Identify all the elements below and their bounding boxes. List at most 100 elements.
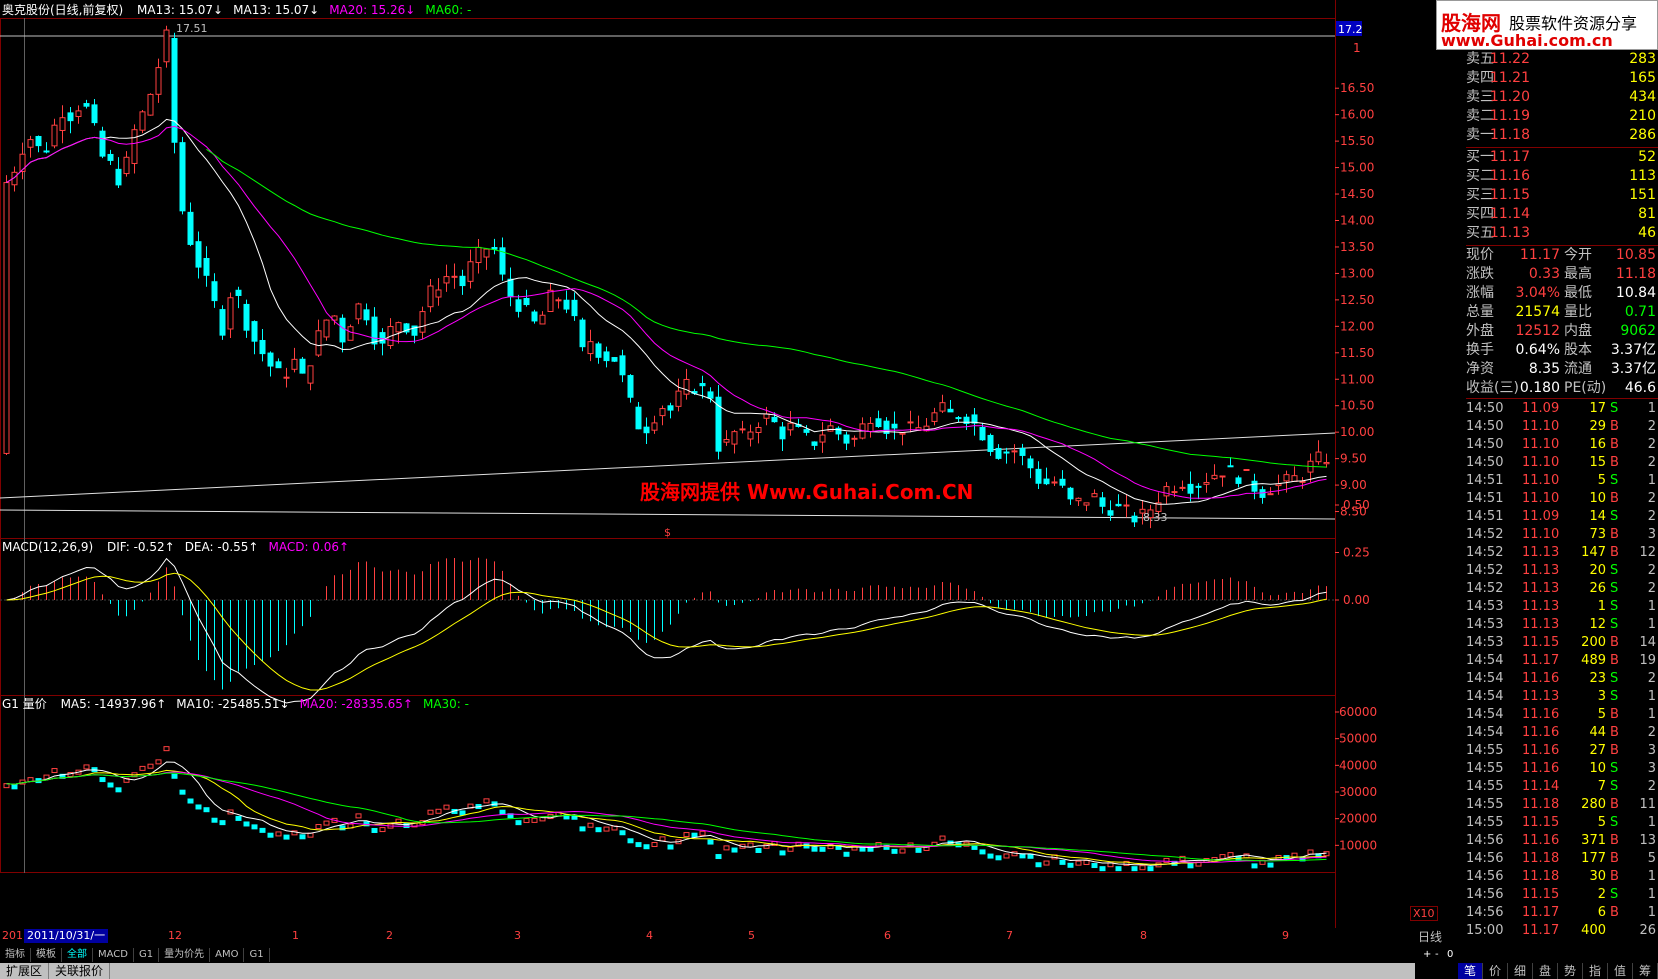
candle-down	[379, 332, 386, 344]
tick-volume: 489	[1581, 653, 1606, 668]
candle-up	[1283, 474, 1290, 482]
toolbar-tab[interactable]: G1	[134, 948, 160, 962]
orderbook-row[interactable]: 买一 11.17 52	[1466, 148, 1658, 167]
volume-mark-up	[1003, 853, 1010, 859]
tick-time: 14:54	[1466, 671, 1504, 686]
tick-time: 14:54	[1466, 653, 1504, 668]
toolbar-tab[interactable]: 量为价先	[159, 948, 211, 962]
right-panel-tab[interactable]: 指	[1583, 963, 1608, 979]
kline-chart[interactable]: 16.50 16.00 15.50 15.00 14.50 14.00 13.50 13.00…	[0, 0, 1415, 928]
volume-mark-up	[155, 759, 162, 765]
candle-up	[3, 182, 10, 454]
volume-mark-down	[643, 844, 650, 850]
tick-volume: 73	[1589, 527, 1606, 542]
zoom-controls: + - 0	[1415, 948, 1458, 962]
toolbar-tab[interactable]: 指标	[0, 948, 31, 962]
volume-mark-down	[1187, 863, 1194, 869]
volume-mark-down	[371, 827, 378, 833]
zoom-in-button[interactable]: +	[1423, 948, 1431, 962]
volume-mark-down	[1099, 866, 1106, 872]
volume-mark-up	[275, 831, 282, 837]
orderbook-row[interactable]: 卖一 11.18 286	[1466, 126, 1658, 145]
month-label: 6	[884, 929, 891, 942]
candle-down	[363, 309, 370, 321]
tick-count: 2	[1647, 455, 1656, 470]
volume-mark-down	[179, 789, 186, 795]
tick-price: 11.16	[1522, 833, 1560, 848]
candle-up	[1211, 474, 1218, 480]
candle-down	[1043, 478, 1050, 485]
candle-down	[107, 153, 114, 161]
candle-up	[163, 29, 170, 63]
candle-up	[131, 129, 138, 164]
candle-down	[603, 351, 610, 362]
candle-down	[891, 423, 898, 429]
candle-up	[355, 303, 362, 320]
orderbook-row[interactable]: 买四 11.14 81	[1466, 205, 1658, 224]
macd-tick-label: 0.25	[1343, 546, 1370, 560]
orderbook-row[interactable]: 卖五 11.22 283	[1466, 50, 1658, 69]
tick-price: 11.14	[1522, 779, 1560, 794]
vol-ma-item: MA10: -25485.51↓	[176, 697, 290, 711]
low-annotation: 8.33	[1143, 511, 1168, 524]
current-price-tag-label: 17.2	[1338, 23, 1363, 36]
candle-down	[987, 434, 994, 452]
tick-row: 14:56 11.15 2 S 1	[1466, 886, 1658, 904]
panel-divider	[1466, 398, 1658, 399]
tick-volume: 3	[1597, 689, 1606, 704]
volume-mark-down	[731, 847, 738, 853]
toolbar-tab[interactable]: G1	[244, 948, 270, 962]
right-panel-tab[interactable]: 势	[1558, 963, 1583, 979]
candle-down	[803, 429, 810, 433]
volume-mark-down	[203, 807, 210, 813]
toolbar-tab[interactable]: 全部	[62, 948, 93, 962]
candle-up	[227, 297, 234, 330]
tick-volume: 5	[1597, 707, 1606, 722]
orderbook-row[interactable]: 卖二 11.19 210	[1466, 107, 1658, 126]
period-label[interactable]: 日线	[1418, 928, 1442, 945]
toolbar-tab[interactable]: 模板	[31, 948, 62, 962]
orderbook-row[interactable]: 买五 11.13 46	[1466, 224, 1658, 243]
right-panel-tab[interactable]: 价	[1483, 963, 1508, 979]
orderbook-row[interactable]: 卖四 11.21 165	[1466, 69, 1658, 88]
volume-mark-down	[1115, 866, 1122, 872]
tick-direction: S	[1610, 689, 1619, 704]
orderbook-row[interactable]: 买二 11.16 113	[1466, 167, 1658, 186]
volume-header: G1 量价 MA5: -14937.96↑ MA10: -25485.51↓ MA2…	[2, 696, 489, 712]
volume-mark-down	[219, 820, 226, 826]
time-axis: 201 12 1 2 3 4 5 6 7 8 9	[0, 928, 1415, 944]
toolbar-tab[interactable]: AMO	[210, 948, 245, 962]
right-panel-tab[interactable]: 笔	[1458, 963, 1483, 979]
tick-direction: B	[1610, 545, 1619, 560]
tick-row: 14:54 11.13 3 S 1	[1466, 688, 1658, 706]
ma-item: MA60: -	[425, 3, 472, 17]
orderbook-volume: 283	[1629, 51, 1656, 67]
quote-value: 10.85	[1615, 247, 1656, 263]
orderbook-row[interactable]: 卖三 11.20 434	[1466, 88, 1658, 107]
chart-area[interactable]: 16.50 16.00 15.50 15.00 14.50 14.00 13.50 13.00…	[0, 0, 1438, 928]
price-tick-label: 11.00	[1340, 372, 1374, 386]
candle-up	[51, 124, 58, 147]
tick-row: 14:54 11.17 489 B 19	[1466, 652, 1658, 670]
status-tab[interactable]: 扩展区	[0, 963, 50, 979]
quote-label: 总量	[1466, 304, 1494, 320]
right-panel-tab[interactable]: 筹	[1633, 963, 1658, 979]
tick-direction: S	[1610, 401, 1619, 416]
right-panel-tab[interactable]: 盘	[1533, 963, 1558, 979]
zoom-out-button[interactable]: -	[1435, 948, 1439, 962]
right-panel-tab[interactable]: 细	[1508, 963, 1533, 979]
candle-down	[267, 352, 274, 367]
candle-down	[563, 299, 570, 310]
volume-tick-label: 50000	[1339, 732, 1377, 746]
orderbook-row[interactable]: 买三 11.15 151	[1466, 186, 1658, 205]
candle-up	[315, 330, 322, 356]
volume-mark-down	[995, 855, 1002, 861]
candle-down	[619, 355, 626, 376]
status-tab[interactable]: 关联报价	[49, 963, 111, 979]
tick-count: 19	[1639, 653, 1656, 668]
candle-up	[1171, 491, 1178, 494]
right-panel-tab[interactable]: 值	[1608, 963, 1633, 979]
month-label: 5	[748, 929, 755, 942]
toolbar-tab[interactable]: MACD	[93, 948, 134, 962]
tick-time: 14:53	[1466, 617, 1504, 632]
